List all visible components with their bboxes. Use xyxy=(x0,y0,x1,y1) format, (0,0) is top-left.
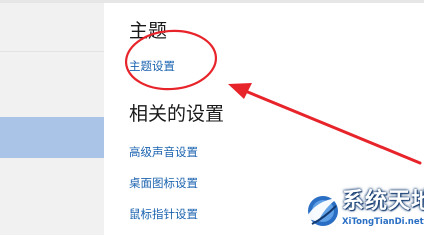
sidebar-item-selected[interactable] xyxy=(0,117,104,158)
watermark: 系统天地 XiTongTianDi.net xyxy=(302,186,424,235)
related-settings-heading: 相关的设置 xyxy=(129,103,225,125)
mouse-pointer-settings-link[interactable]: 鼠标指针设置 xyxy=(129,207,198,221)
arrow-shaft xyxy=(236,86,422,165)
theme-settings-link[interactable]: 主题设置 xyxy=(129,59,175,73)
arrow-head-icon xyxy=(228,83,252,99)
watermark-logo-icon xyxy=(306,196,338,226)
watermark-url: XiTongTianDi.net xyxy=(342,217,424,227)
settings-window: 主题 主题设置 相关的设置 高级声音设置 桌面图标设置 鼠标指针设置 系统天地 … xyxy=(0,0,424,235)
advanced-sound-settings-link[interactable]: 高级声音设置 xyxy=(129,145,198,159)
sidebar-divider xyxy=(0,51,104,52)
desktop-icon-settings-link[interactable]: 桌面图标设置 xyxy=(129,176,198,190)
theme-heading: 主题 xyxy=(129,20,168,42)
watermark-title: 系统天地 xyxy=(342,189,424,214)
